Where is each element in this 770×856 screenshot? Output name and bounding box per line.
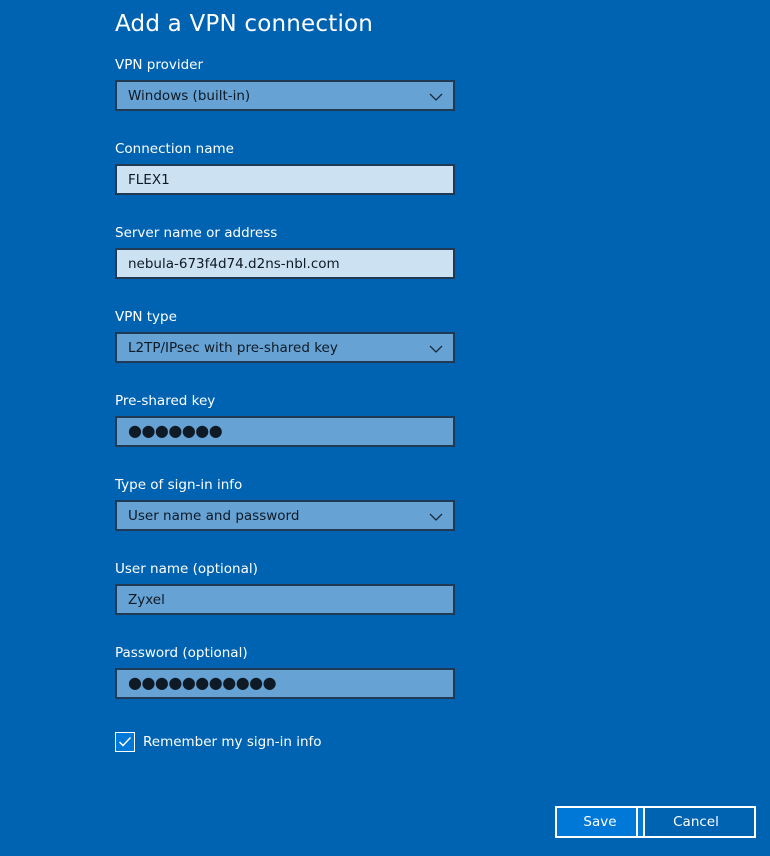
password-label: Password (optional) bbox=[115, 645, 248, 661]
vpn-provider-label: VPN provider bbox=[115, 57, 204, 73]
vpn-type-label: VPN type bbox=[115, 309, 177, 325]
server-name-input[interactable]: nebula-673f4d74.d2ns-nbl.com bbox=[115, 248, 455, 279]
server-name-value: nebula-673f4d74.d2ns-nbl.com bbox=[128, 255, 340, 272]
vpn-type-select[interactable]: L2TP/IPsec with pre-shared key bbox=[115, 332, 455, 363]
user-name-label: User name (optional) bbox=[115, 561, 258, 577]
remember-checkbox[interactable] bbox=[115, 732, 135, 752]
user-name-input[interactable]: Zyxel bbox=[115, 584, 455, 615]
dialog-title: Add a VPN connection bbox=[115, 11, 374, 37]
connection-name-input[interactable]: FLEX1 bbox=[115, 164, 455, 195]
vpn-provider-value: Windows (built-in) bbox=[128, 87, 251, 104]
connection-name-value: FLEX1 bbox=[128, 171, 170, 188]
pre-shared-key-label: Pre-shared key bbox=[115, 393, 216, 409]
cancel-button[interactable]: Cancel bbox=[636, 806, 756, 838]
user-name-value: Zyxel bbox=[128, 591, 165, 608]
checkmark-icon bbox=[118, 736, 132, 747]
server-name-label: Server name or address bbox=[115, 225, 278, 241]
pre-shared-key-input[interactable]: ●●●●●●● bbox=[115, 416, 455, 447]
remember-label[interactable]: Remember my sign-in info bbox=[143, 733, 322, 751]
connection-name-label: Connection name bbox=[115, 141, 234, 157]
password-input[interactable]: ●●●●●●●●●●● bbox=[115, 668, 455, 699]
chevron-down-icon bbox=[429, 93, 443, 101]
sign-in-type-value: User name and password bbox=[128, 507, 300, 524]
sign-in-type-label: Type of sign-in info bbox=[115, 477, 243, 493]
password-masked: ●●●●●●●●●●● bbox=[128, 672, 277, 692]
vpn-provider-select[interactable]: Windows (built-in) bbox=[115, 80, 455, 111]
sign-in-type-select[interactable]: User name and password bbox=[115, 500, 455, 531]
vpn-type-value: L2TP/IPsec with pre-shared key bbox=[128, 339, 338, 356]
pre-shared-key-masked: ●●●●●●● bbox=[128, 420, 223, 440]
chevron-down-icon bbox=[429, 345, 443, 353]
chevron-down-icon bbox=[429, 513, 443, 521]
save-button[interactable]: Save bbox=[555, 806, 645, 838]
